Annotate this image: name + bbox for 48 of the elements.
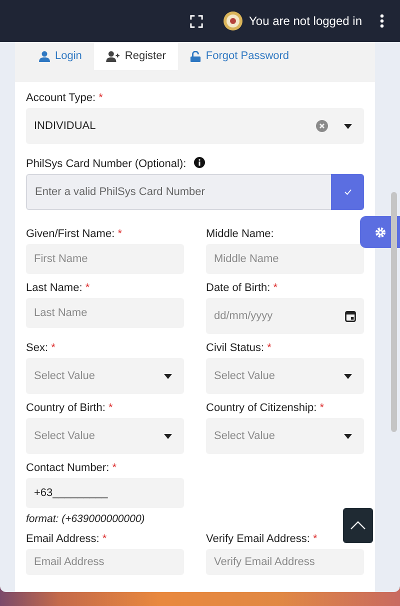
input-field[interactable]: First Name — [26, 244, 184, 274]
field-label: Email Address: * — [26, 533, 108, 545]
user-icon — [39, 50, 50, 62]
select-field[interactable]: Select Value — [206, 358, 364, 394]
select-field[interactable]: Select Value — [26, 418, 184, 454]
field-label: Verify Email Address: * — [206, 533, 318, 545]
select-field[interactable]: Select Value — [206, 418, 364, 454]
unlock-icon — [190, 50, 201, 62]
tab[interactable]: Login — [27, 42, 94, 70]
field-label: Sex: * — [26, 342, 56, 354]
user-plus-icon — [106, 50, 120, 62]
scroll-to-top-button[interactable] — [343, 508, 373, 543]
caret-icon — [164, 434, 172, 438]
more-menu-icon[interactable] — [380, 14, 384, 28]
calendar-icon[interactable] — [345, 310, 356, 322]
field-label: Date of Birth: * — [206, 282, 279, 294]
field-label: Middle Name: — [206, 228, 275, 240]
input-field[interactable]: Email Address — [26, 549, 184, 575]
caret-icon — [164, 374, 172, 378]
field-label: Given/First Name: * — [26, 228, 123, 240]
input-field[interactable]: +63_________ — [26, 478, 184, 508]
clear-icon[interactable] — [316, 120, 328, 132]
tab[interactable]: Forgot Password — [178, 42, 302, 70]
caret-icon — [344, 434, 352, 438]
field-label: Account Type: * — [26, 92, 104, 104]
philsys-input[interactable]: Enter a valid PhilSys Card Number — [26, 174, 331, 210]
field-label: PhilSys Card Number (Optional): — [26, 158, 186, 170]
format-hint: format: (+639000000000) — [26, 513, 146, 525]
info-icon — [194, 157, 205, 168]
login-status: You are not logged in — [249, 14, 362, 28]
date-field[interactable]: dd/mm/yyyy — [206, 298, 364, 334]
chevron-up-icon — [350, 521, 366, 530]
input-field[interactable]: Middle Name — [206, 244, 364, 274]
input-field[interactable]: Last Name — [26, 298, 184, 328]
fullscreen-icon[interactable] — [190, 14, 203, 28]
field-label: Last Name: * — [26, 282, 91, 294]
select-field[interactable]: Select Value — [26, 358, 184, 394]
tab[interactable]: Register — [94, 42, 178, 70]
field-label: Country of Birth: * — [26, 402, 114, 414]
check-icon — [344, 189, 352, 195]
settings-icon — [374, 226, 386, 238]
field-label: Country of Citizenship: * — [206, 402, 325, 414]
caret-icon — [344, 124, 352, 128]
caret-icon — [344, 374, 352, 378]
input-field[interactable]: Verify Email Address — [206, 549, 364, 575]
field-label: Civil Status: * — [206, 342, 272, 354]
account-type-select[interactable]: INDIVIDUAL — [26, 108, 364, 144]
field-label: Contact Number: * — [26, 462, 118, 474]
